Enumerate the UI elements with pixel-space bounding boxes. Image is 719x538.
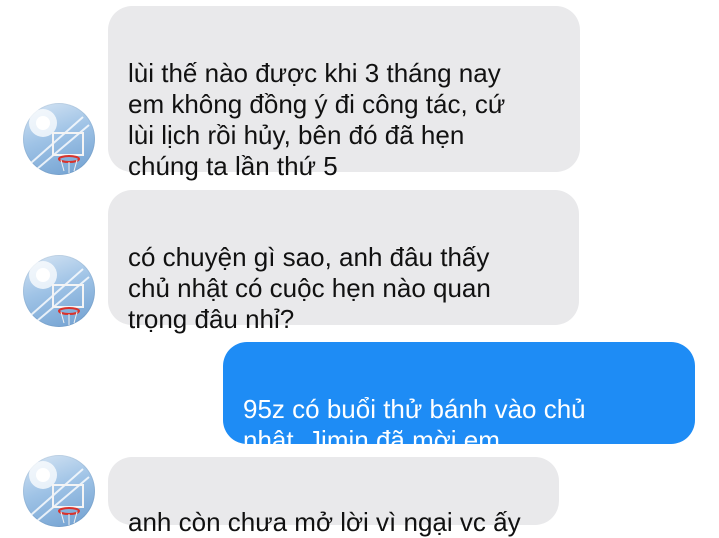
message-bubble-received[interactable]: có chuyện gì sao, anh đâu thấy chủ nhật …	[108, 190, 579, 334]
message-bubble-received[interactable]: lùi thế nào được khi 3 tháng nay em khôn…	[108, 6, 580, 181]
message-text: 95z có buổi thử bánh vào chủ nhật, Jimin…	[243, 394, 586, 455]
basketball-hoop-icon	[29, 461, 90, 525]
contact-avatar[interactable]	[23, 255, 95, 327]
message-text: anh còn chưa mở lời vì ngại vc ấy	[128, 507, 521, 537]
basketball-hoop-icon	[29, 261, 90, 325]
message-bubble-sent[interactable]: 95z có buổi thử bánh vào chủ nhật, Jimin…	[223, 342, 695, 455]
message-text: lùi thế nào được khi 3 tháng nay em khôn…	[128, 58, 506, 181]
basketball-hoop-icon	[29, 109, 90, 173]
contact-avatar[interactable]	[23, 103, 95, 175]
message-bubble-received[interactable]: anh còn chưa mở lời vì ngại vc ấy	[108, 457, 559, 537]
message-text: có chuyện gì sao, anh đâu thấy chủ nhật …	[128, 242, 491, 334]
contact-avatar[interactable]	[23, 455, 95, 527]
